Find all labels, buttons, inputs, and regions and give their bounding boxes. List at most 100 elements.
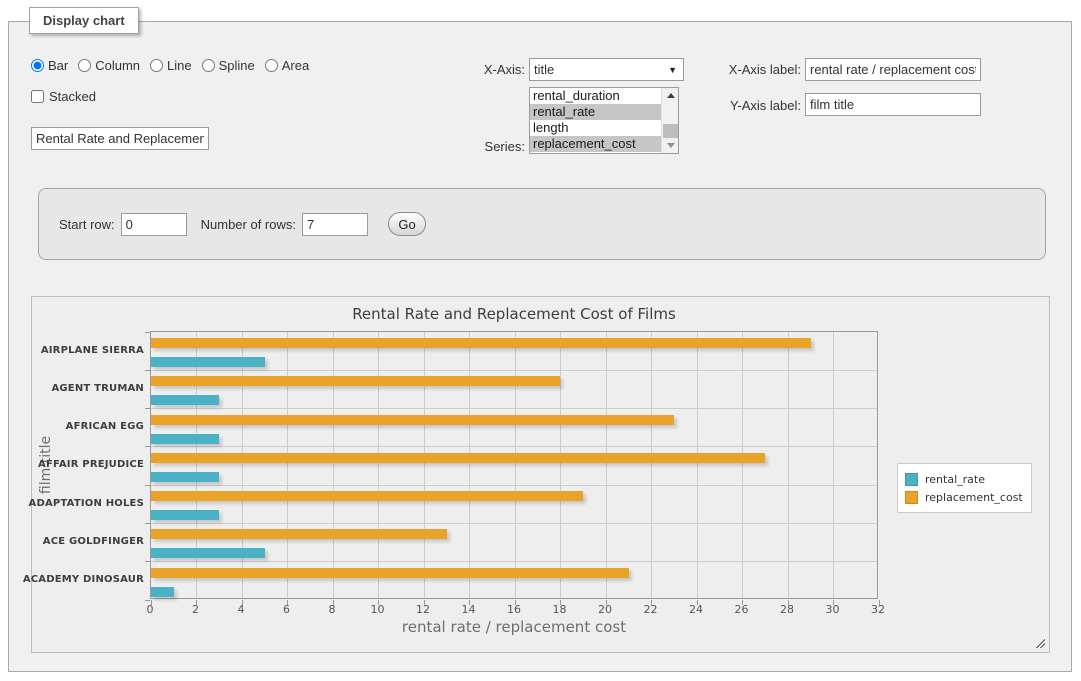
bar-replacement_cost bbox=[151, 491, 583, 501]
x-tick-label: 20 bbox=[588, 603, 622, 616]
bar-rental_rate bbox=[151, 510, 219, 520]
start-row-input[interactable] bbox=[121, 213, 187, 236]
gridline bbox=[378, 332, 379, 598]
series-option-replacement_cost[interactable]: replacement_cost bbox=[530, 136, 661, 152]
x-tick-label: 30 bbox=[816, 603, 850, 616]
x-axis-label-input[interactable] bbox=[805, 58, 981, 81]
gridline bbox=[151, 523, 877, 524]
gridline bbox=[560, 332, 561, 598]
category-label: ACADEMY DINOSAUR bbox=[32, 561, 144, 599]
category-label: ADAPTATION HOLES bbox=[32, 484, 144, 522]
chart-type-radio-bar[interactable] bbox=[31, 59, 44, 72]
y-tick-mark bbox=[145, 523, 150, 524]
y-axis-label-label: Y-Axis label: bbox=[609, 98, 801, 113]
y-tick-mark bbox=[145, 561, 150, 562]
chart-type-radio-column[interactable] bbox=[78, 59, 91, 72]
go-button[interactable]: Go bbox=[388, 212, 426, 236]
chart-title: Rental Rate and Replacement Cost of Film… bbox=[150, 305, 878, 323]
gridline bbox=[151, 370, 877, 371]
gridline bbox=[151, 408, 877, 409]
start-row-label: Start row: bbox=[59, 217, 115, 232]
num-rows-input[interactable] bbox=[302, 213, 368, 236]
x-tick-label: 28 bbox=[770, 603, 804, 616]
plot-area bbox=[150, 331, 878, 599]
bar-rental_rate bbox=[151, 548, 265, 558]
gridline bbox=[788, 332, 789, 598]
chart-title-input[interactable] bbox=[31, 127, 209, 150]
chart-type-option-column: Column bbox=[78, 58, 140, 73]
legend-label: replacement_cost bbox=[925, 491, 1023, 504]
legend-entry: replacement_cost bbox=[905, 488, 1023, 506]
x-axis-title: rental rate / replacement cost bbox=[150, 618, 878, 636]
x-tick-label: 2 bbox=[179, 603, 213, 616]
row-controls-panel: Start row: Number of rows: Go bbox=[38, 188, 1046, 260]
series-option-length[interactable]: length bbox=[530, 120, 661, 136]
bar-replacement_cost bbox=[151, 529, 447, 539]
scroll-down-button[interactable] bbox=[662, 138, 679, 153]
chart-type-option-spline: Spline bbox=[202, 58, 255, 73]
gridline bbox=[515, 332, 516, 598]
chart-type-radio-area[interactable] bbox=[265, 59, 278, 72]
x-tick-label: 12 bbox=[406, 603, 440, 616]
x-tick-label: 18 bbox=[543, 603, 577, 616]
chart-type-label: Bar bbox=[48, 58, 68, 73]
chart-type-radio-group: Bar Column Line Spline Area bbox=[31, 58, 309, 73]
page: Display chart Bar Column Line Spline Area St… bbox=[0, 0, 1081, 681]
bar-replacement_cost bbox=[151, 415, 674, 425]
y-axis-label-input[interactable] bbox=[805, 93, 981, 116]
bar-replacement_cost bbox=[151, 338, 811, 348]
chart-type-label: Line bbox=[167, 58, 192, 73]
legend-swatch-replacement_cost bbox=[905, 491, 918, 504]
category-label: AFRICAN EGG bbox=[32, 408, 144, 446]
gridline bbox=[151, 561, 877, 562]
stacked-row: Stacked bbox=[31, 89, 96, 104]
resize-handle-icon[interactable] bbox=[1034, 637, 1045, 648]
y-axis-category-labels: AIRPLANE SIERRAAGENT TRUMANAFRICAN EGGAF… bbox=[32, 331, 144, 599]
series-label: Series: bbox=[425, 139, 525, 154]
x-axis-label-label: X-Axis label: bbox=[609, 62, 801, 77]
chart-type-label: Spline bbox=[219, 58, 255, 73]
stacked-label: Stacked bbox=[49, 89, 96, 104]
bar-rental_rate bbox=[151, 357, 265, 367]
chart-type-option-area: Area bbox=[265, 58, 309, 73]
x-tick-label: 0 bbox=[133, 603, 167, 616]
chart-type-option-line: Line bbox=[150, 58, 192, 73]
category-label: ACE GOLDFINGER bbox=[32, 522, 144, 560]
y-tick-mark bbox=[145, 332, 150, 333]
chart-legend: rental_rate replacement_cost bbox=[897, 463, 1032, 513]
gridline bbox=[742, 332, 743, 598]
chart-type-radio-line[interactable] bbox=[150, 59, 163, 72]
y-tick-mark bbox=[145, 408, 150, 409]
stacked-checkbox[interactable] bbox=[31, 90, 44, 103]
fieldset-legend: Display chart bbox=[29, 7, 139, 34]
x-tick-label: 16 bbox=[497, 603, 531, 616]
x-tick-label: 26 bbox=[725, 603, 759, 616]
bar-rental_rate bbox=[151, 434, 219, 444]
display-chart-fieldset: Display chart BarColumnLineSplineArea St… bbox=[8, 21, 1072, 672]
bar-replacement_cost bbox=[151, 453, 765, 463]
category-label: AFFAIR PREJUDICE bbox=[32, 446, 144, 484]
x-tick-label: 10 bbox=[361, 603, 395, 616]
gridline bbox=[287, 332, 288, 598]
bar-replacement_cost bbox=[151, 376, 560, 386]
legend-label: rental_rate bbox=[925, 473, 985, 486]
chart-type-option-bar: Bar bbox=[31, 58, 68, 73]
legend-swatch-rental_rate bbox=[905, 473, 918, 486]
gridline bbox=[833, 332, 834, 598]
x-tick-label: 6 bbox=[270, 603, 304, 616]
category-label: AIRPLANE SIERRA bbox=[32, 331, 144, 369]
gridline bbox=[469, 332, 470, 598]
y-tick-mark bbox=[145, 446, 150, 447]
gridline bbox=[333, 332, 334, 598]
gridline bbox=[606, 332, 607, 598]
x-tick-label: 32 bbox=[861, 603, 895, 616]
x-tick-label: 22 bbox=[634, 603, 668, 616]
x-tick-label: 8 bbox=[315, 603, 349, 616]
bar-replacement_cost bbox=[151, 568, 629, 578]
x-tick-label: 24 bbox=[679, 603, 713, 616]
gridline bbox=[697, 332, 698, 598]
gridline bbox=[651, 332, 652, 598]
x-tick-label: 4 bbox=[224, 603, 258, 616]
y-tick-mark bbox=[145, 485, 150, 486]
chart-type-radio-spline[interactable] bbox=[202, 59, 215, 72]
